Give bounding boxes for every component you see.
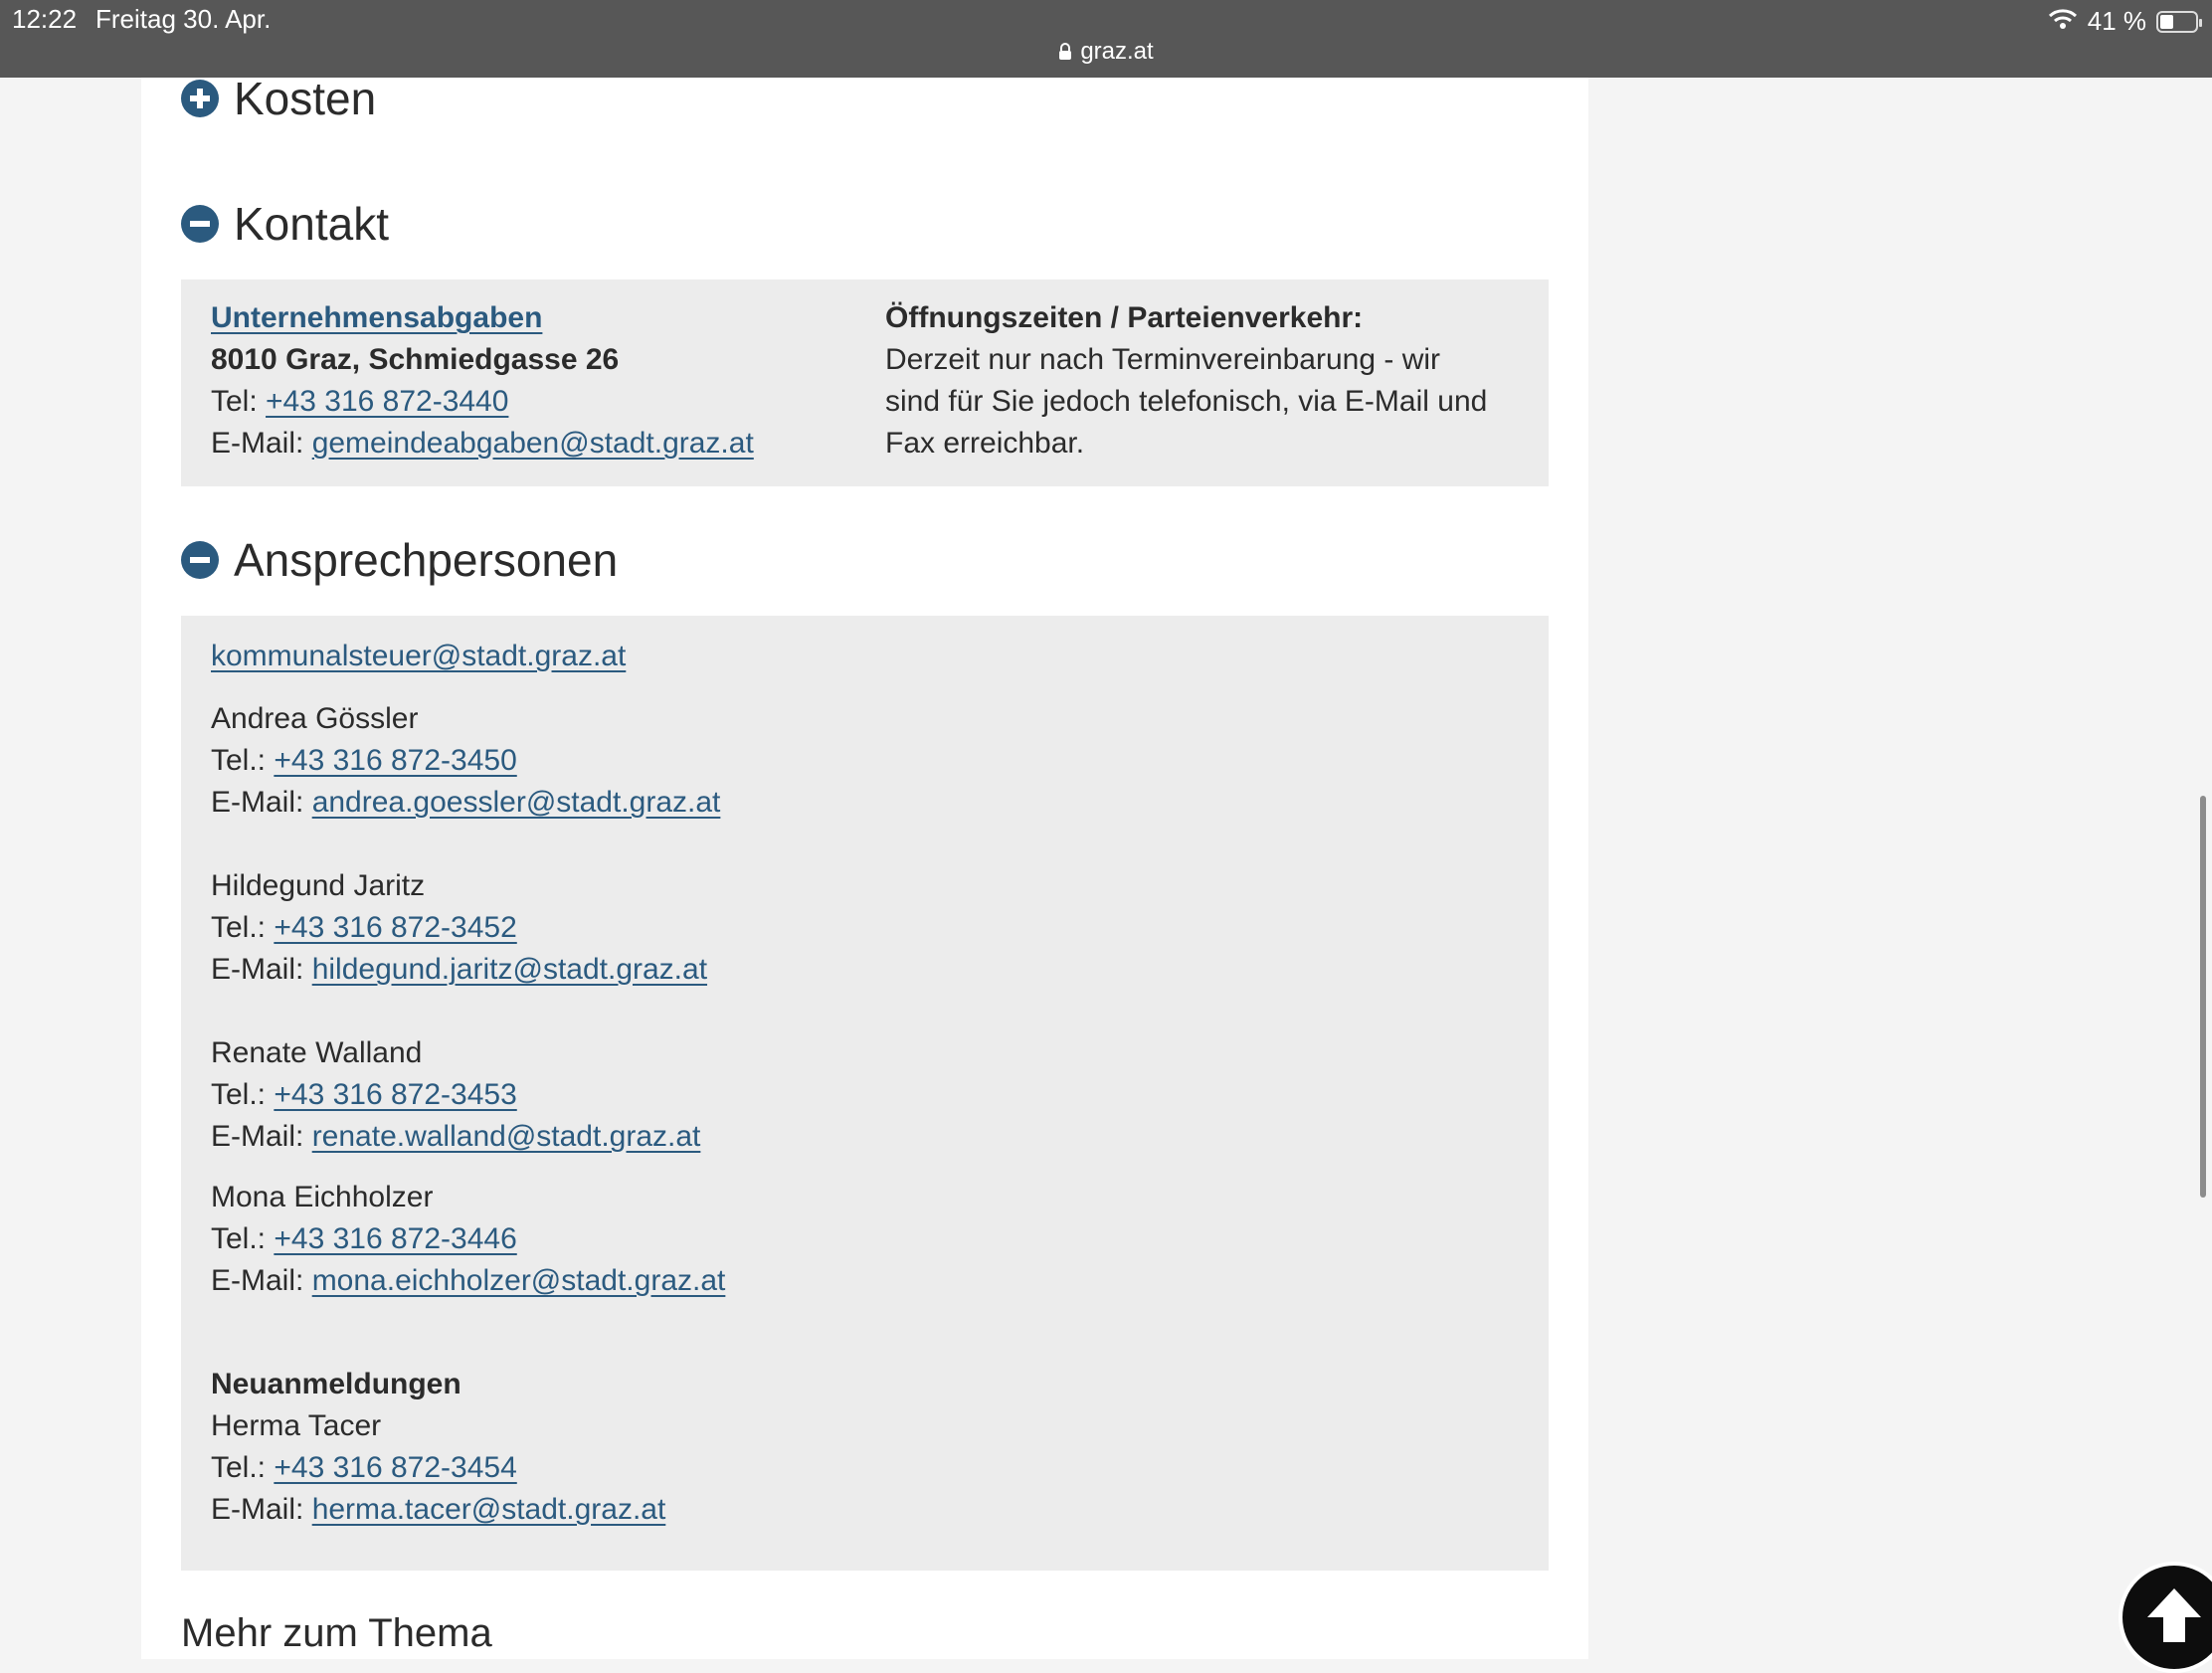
status-date: Freitag 30. Apr. (95, 4, 272, 34)
status-right: 41 % (2048, 6, 2202, 37)
ansprechpersonen-box: kommunalsteuer@stadt.graz.at Andrea Göss… (181, 616, 1549, 1571)
person-name: Renate Walland (211, 1036, 423, 1069)
section-kontakt[interactable]: Kontakt (181, 197, 389, 251)
status-bar: 12:22 Freitag 30. Apr. graz.at 41 % (0, 0, 2212, 78)
email-label: E-Mail: (211, 427, 312, 460)
person-email-row: E-Mail: renate.walland@stadt.graz.at (211, 1120, 701, 1153)
section-kosten[interactable]: Kosten (181, 72, 376, 125)
arrow-up-icon (2139, 1580, 2209, 1655)
phone-link[interactable]: +43 316 872-3452 (274, 911, 516, 944)
address: 8010 Graz, Schmiedgasse 26 (211, 343, 620, 376)
back-to-top-button[interactable] (2119, 1562, 2212, 1673)
person-name: Andrea Gössler (211, 702, 419, 735)
collapse-minus-icon[interactable] (181, 205, 219, 243)
email-link[interactable]: mona.eichholzer@stadt.graz.at (312, 1264, 726, 1297)
url-text: graz.at (1080, 38, 1154, 65)
lock-icon (1058, 40, 1072, 68)
org-link[interactable]: Unternehmensabgaben (211, 301, 542, 334)
opening-hours-line: Fax erreichbar. (885, 427, 1085, 460)
person-email-row: E-Mail: andrea.goessler@stadt.graz.at (211, 786, 721, 819)
address-bar[interactable]: graz.at (0, 38, 2212, 68)
email-link[interactable]: herma.tacer@stadt.graz.at (312, 1493, 666, 1526)
email-link[interactable]: gemeindeabgaben@stadt.graz.at (312, 427, 754, 460)
phone-link[interactable]: +43 316 872-3440 (266, 385, 508, 418)
email-link[interactable]: renate.walland@stadt.graz.at (312, 1120, 701, 1153)
expand-plus-icon[interactable] (181, 80, 219, 117)
opening-hours-line: sind für Sie jedoch telefonisch, via E-M… (885, 385, 1488, 418)
person-email-row: E-Mail: mona.eichholzer@stadt.graz.at (211, 1264, 726, 1297)
person-tel-row: Tel.: +43 316 872-3450 (211, 744, 517, 777)
phone-link[interactable]: +43 316 872-3454 (274, 1451, 516, 1484)
section-kontakt-title: Kontakt (234, 198, 389, 250)
email-link[interactable]: hildegund.jaritz@stadt.graz.at (312, 953, 707, 986)
person-tel-row: Tel.: +43 316 872-3446 (211, 1222, 517, 1255)
phone-link[interactable]: +43 316 872-3450 (274, 744, 516, 777)
section-ansprechpersonen[interactable]: Ansprechpersonen (181, 533, 618, 587)
person-name: Mona Eichholzer (211, 1181, 434, 1213)
person-email-row: E-Mail: herma.tacer@stadt.graz.at (211, 1493, 666, 1526)
phone-link[interactable]: +43 316 872-3446 (274, 1222, 516, 1255)
person-name: Hildegund Jaritz (211, 869, 426, 902)
person-email-row: E-Mail: hildegund.jaritz@stadt.graz.at (211, 953, 708, 986)
person-tel-row: Tel.: +43 316 872-3454 (211, 1451, 517, 1484)
battery-icon (2156, 10, 2202, 33)
collapse-minus-icon[interactable] (181, 541, 219, 579)
opening-hours-title: Öffnungszeiten / Parteienverkehr: (885, 301, 1364, 334)
person-tel-row: Tel.: +43 316 872-3452 (211, 911, 517, 944)
kontakt-box: Unternehmensabgaben 8010 Graz, Schmiedga… (181, 279, 1549, 486)
wifi-icon (2048, 6, 2078, 37)
person-tel-row: Tel.: +43 316 872-3453 (211, 1078, 517, 1111)
tel-label: Tel: (211, 385, 267, 418)
battery-percent: 41 % (2087, 6, 2146, 36)
mehr-zum-thema-heading: Mehr zum Thema (181, 1611, 492, 1655)
phone-link[interactable]: +43 316 872-3453 (274, 1078, 516, 1111)
section-ansprechpersonen-title: Ansprechpersonen (234, 534, 619, 586)
scrollbar[interactable] (2200, 796, 2206, 1198)
status-time: 12:22 (12, 4, 78, 34)
opening-hours-line: Derzeit nur nach Terminvereinbarung - wi… (885, 343, 1441, 376)
general-email-link[interactable]: kommunalsteuer@stadt.graz.at (211, 636, 626, 677)
person-name: Herma Tacer (211, 1409, 382, 1442)
opening-hours-block: Öffnungszeiten / Parteienverkehr: Derzei… (885, 297, 1522, 465)
content-panel: Kosten Kontakt Unternehmensabgaben 8010 … (141, 0, 1588, 1659)
email-link[interactable]: andrea.goessler@stadt.graz.at (312, 786, 721, 819)
section-kosten-title: Kosten (234, 73, 377, 124)
kontakt-address-block: Unternehmensabgaben 8010 Graz, Schmiedga… (211, 297, 754, 465)
neuanmeldungen-title: Neuanmeldungen (211, 1368, 461, 1400)
